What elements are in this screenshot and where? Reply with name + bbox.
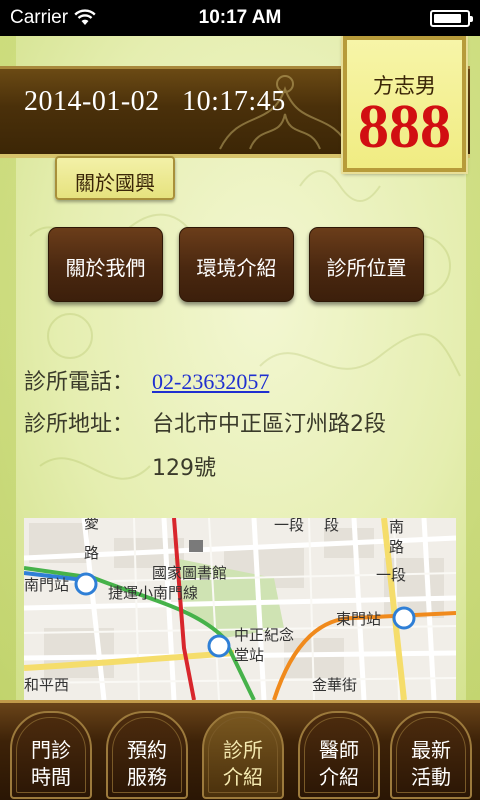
map-label-road-left: 愛 — [84, 518, 99, 532]
status-bar: Carrier 10:17 AM — [0, 0, 480, 36]
tab-clinic-hours-label: 門診 時間 — [31, 738, 71, 789]
library-icon — [189, 540, 203, 552]
current-date: 2014-01-02 — [24, 86, 160, 117]
address-line2: 129號 — [152, 456, 216, 481]
map-label-dongmen: 東門站 — [336, 610, 381, 628]
status-time: 10:17 AM — [198, 7, 282, 28]
tab-clinic-intro[interactable]: 診所 介紹 — [202, 711, 284, 799]
datetime-display: 2014-01-02 10:17:45 — [24, 86, 286, 118]
battery-icon — [430, 10, 473, 27]
address-line1: 台北市中正區汀州路2段 — [152, 412, 386, 437]
tab-clinic-hours[interactable]: 門診 時間 — [10, 711, 92, 799]
user-queue-box: 方志男 888 — [341, 36, 468, 174]
bottom-tab-bar: 門診 時間 預約 服務 診所 介紹 醫師 介紹 最新 活動 — [0, 700, 480, 800]
phone-row: 診所電話： 02-23632057 — [24, 364, 269, 396]
clinic-map[interactable]: 國家圖書館 南門站 捷運小南門線 中正紀念 堂站 東門站 一段 段 南 路 一段… — [24, 518, 456, 700]
clinic-location-button[interactable]: 診所位置 — [309, 227, 424, 302]
address-label: 診所地址： — [24, 412, 135, 437]
map-label-road-bottom-right: 金華街 — [312, 676, 357, 694]
map-label-road-top: 一段 — [274, 518, 304, 534]
tab-appointment[interactable]: 預約 服務 — [106, 711, 188, 799]
environment-button[interactable]: 環境介紹 — [179, 227, 294, 302]
clinic-location-label: 診所位置 — [326, 256, 407, 280]
about-us-button[interactable]: 關於我們 — [48, 227, 163, 302]
tab-clinic-intro-label: 診所 介紹 — [223, 738, 263, 789]
section-title-tab: 關於國興 — [55, 156, 175, 200]
tab-latest-news-label: 最新 活動 — [411, 738, 451, 789]
map-label-cks1: 中正紀念 — [234, 626, 294, 644]
tab-doctor-intro-label: 醫師 介紹 — [319, 738, 359, 789]
map-label-nanmen: 南門站 — [24, 576, 69, 594]
section-title: 關於國興 — [75, 171, 155, 195]
main-content: 2014-01-02 10:17:45 方志男 888 關於國興 關於我們 環境… — [0, 36, 480, 700]
about-us-label: 關於我們 — [65, 256, 146, 280]
phone-label: 診所電話： — [24, 370, 135, 395]
address-row: 診所地址： 台北市中正區汀州路2段 — [24, 406, 386, 438]
phone-link[interactable]: 02-23632057 — [152, 369, 269, 394]
map-label-library: 國家圖書館 — [152, 564, 227, 582]
map-label-cks2: 堂站 — [234, 646, 264, 664]
map-label-road-right2: 路 — [389, 538, 404, 556]
tab-doctor-intro[interactable]: 醫師 介紹 — [298, 711, 380, 799]
map-label-line: 捷運小南門線 — [108, 584, 198, 602]
map-canvas[interactable]: 國家圖書館 南門站 捷運小南門線 中正紀念 堂站 東門站 一段 段 南 路 一段… — [24, 518, 456, 700]
map-label-road-right: 南 — [389, 518, 404, 536]
current-time: 10:17:45 — [182, 86, 286, 117]
map-label-road-left2: 路 — [84, 544, 99, 562]
tab-appointment-label: 預約 服務 — [127, 738, 167, 789]
map-label-road-bottom-left: 和平西 — [24, 676, 69, 694]
queue-number: 888 — [358, 93, 451, 161]
map-label-road-right3: 一段 — [376, 566, 406, 584]
tab-latest-news[interactable]: 最新 活動 — [390, 711, 472, 799]
map-label-road-top2: 段 — [324, 518, 339, 534]
environment-label: 環境介紹 — [196, 256, 277, 280]
